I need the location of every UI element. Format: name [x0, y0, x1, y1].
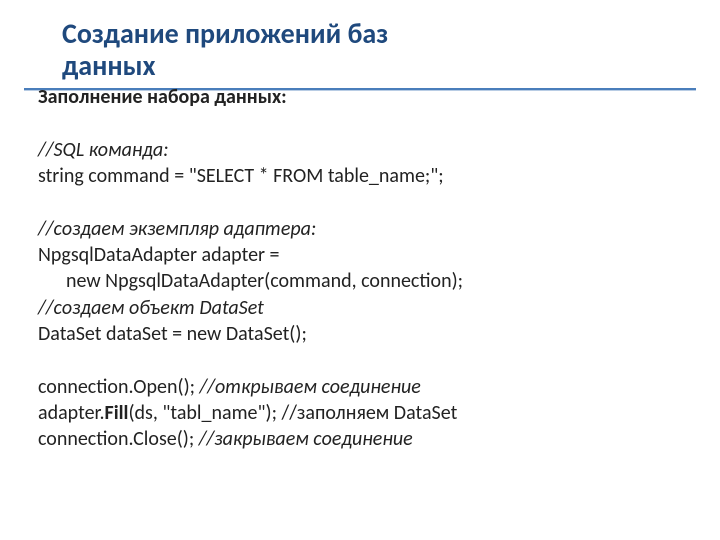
- blank-row: [38, 348, 720, 374]
- code-line-fill: adapter.Fill(ds, "tabl_name"); //заполня…: [38, 400, 720, 426]
- comment-adapter: //создаем экземпляр адаптера:: [38, 216, 720, 242]
- blank-row: [38, 190, 720, 216]
- inline-comment: //закрываем соединение: [199, 427, 413, 451]
- code-fragment: connection.Open();: [38, 375, 200, 399]
- slide-title: Создание приложений баз данных: [0, 0, 720, 84]
- comment-sql: //SQL команда:: [38, 137, 720, 163]
- blank-row: [38, 111, 720, 137]
- slide-content: Заполнение набора данных: //SQL команда:…: [0, 78, 720, 452]
- code-line: DataSet dataSet = new DataSet();: [38, 321, 720, 347]
- code-fragment-bold: Fill: [105, 401, 129, 425]
- inline-comment: //открываем соединение: [200, 375, 421, 399]
- code-line: string command = "SELECT * FROM table_na…: [38, 163, 720, 189]
- code-fragment: adapter.: [38, 401, 105, 425]
- code-line: NpgsqlDataAdapter adapter =: [38, 242, 720, 268]
- code-fragment: connection.Close();: [38, 427, 199, 451]
- comment-dataset: //создаем объект DataSet: [38, 295, 720, 321]
- inline-comment: //заполняем DataSet: [281, 401, 457, 425]
- code-line-close: connection.Close(); //закрываем соединен…: [38, 426, 720, 452]
- heading-line: Заполнение набора данных:: [38, 84, 720, 110]
- code-fragment: (ds, "tabl_name");: [128, 401, 281, 425]
- code-line-indent: new NpgsqlDataAdapter(command, connectio…: [38, 268, 720, 294]
- code-line-open: connection.Open(); //открываем соединени…: [38, 374, 720, 400]
- title-line-1: Создание приложений баз: [62, 18, 720, 50]
